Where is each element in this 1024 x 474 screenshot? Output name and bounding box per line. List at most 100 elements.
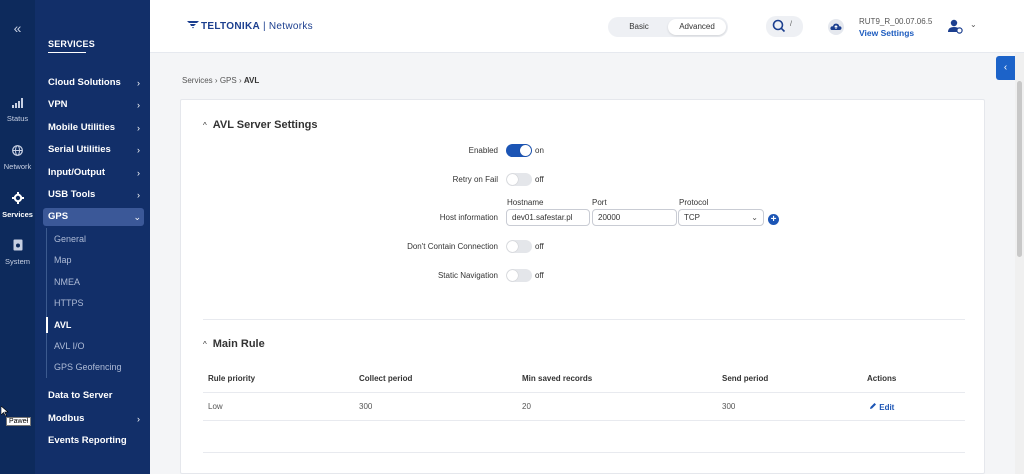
user-settings-icon[interactable] xyxy=(946,17,964,35)
chevron-up-icon: ^ xyxy=(203,121,207,130)
static-navigation-label: Static Navigation xyxy=(437,271,498,280)
hostname-input[interactable]: dev01.safestar.pl xyxy=(506,209,590,226)
retry-on-fail-toggle[interactable] xyxy=(506,173,532,186)
menu-item-label: Data to Server xyxy=(48,390,113,401)
menu-item-serial-utilities[interactable]: Serial Utilities › xyxy=(48,141,143,159)
search-shortcut: / xyxy=(790,21,792,28)
port-column-header: Port xyxy=(592,198,607,207)
view-settings-link[interactable]: View Settings xyxy=(859,28,914,38)
chevron-up-icon: ^ xyxy=(203,340,207,349)
mode-switch: Basic Advanced xyxy=(608,17,728,37)
protocol-column-header: Protocol xyxy=(679,198,709,207)
submenu-guide-line xyxy=(46,228,47,378)
menu-item-label: VPN xyxy=(48,99,68,110)
side-panel-toggle[interactable]: ‹ xyxy=(996,56,1015,80)
menu-item-label: Events Reporting xyxy=(48,435,127,446)
submenu-item-avl-io[interactable]: AVL I/O xyxy=(54,337,134,355)
menu-title-underline xyxy=(48,52,86,53)
breadcrumb-gps[interactable]: GPS xyxy=(220,76,237,85)
enabled-label: Enabled xyxy=(468,146,498,155)
logo-brand: TELTONIKA xyxy=(201,21,260,32)
menu-item-vpn[interactable]: VPN › xyxy=(48,96,143,114)
cursor-tooltip: Paweł xyxy=(6,417,32,426)
port-input[interactable]: 20000 xyxy=(592,209,677,226)
submenu-item-gps-geofencing[interactable]: GPS Geofencing xyxy=(54,358,134,376)
menu-item-label: Input/Output xyxy=(48,167,105,178)
main-rule-section-header[interactable]: ^ Main Rule xyxy=(203,338,265,350)
section-divider xyxy=(203,452,965,453)
table-header-min-saved-records: Min saved records xyxy=(522,374,593,383)
cell-send-period: 300 xyxy=(722,402,736,411)
protocol-select[interactable]: TCP ⌄ xyxy=(678,209,764,226)
chevron-right-icon: › xyxy=(137,190,140,200)
table-header-send-period: Send period xyxy=(722,374,769,383)
rail-item-network[interactable]: Network xyxy=(0,145,35,171)
mouse-cursor-icon xyxy=(1,406,9,416)
submenu-item-general[interactable]: General xyxy=(54,230,134,248)
avl-section-header[interactable]: ^ AVL Server Settings xyxy=(203,119,318,131)
chevron-right-icon: › xyxy=(137,123,140,133)
search-icon xyxy=(770,17,788,35)
rail-label-system: System xyxy=(4,257,30,266)
table-header-rule-priority: Rule priority xyxy=(208,374,256,383)
add-host-button[interactable]: + xyxy=(768,214,779,225)
static-navigation-toggle[interactable] xyxy=(506,269,532,282)
mode-advanced-button[interactable]: Advanced xyxy=(668,19,726,35)
breadcrumb-avl: AVL xyxy=(243,76,260,85)
hostname-column-header: Hostname xyxy=(507,198,544,207)
gear-icon xyxy=(0,192,35,207)
teltonika-logo[interactable]: TELTONIKA | Networks xyxy=(186,20,313,32)
section-divider xyxy=(203,319,965,320)
menu-item-input-output[interactable]: Input/Output › xyxy=(48,164,143,182)
submenu-item-avl[interactable]: AVL xyxy=(54,316,134,334)
chevron-down-icon[interactable]: ⌄ xyxy=(970,20,977,29)
menu-item-label: Serial Utilities xyxy=(48,144,111,155)
scrollbar[interactable] xyxy=(1015,53,1024,474)
submenu-item-map[interactable]: Map xyxy=(54,251,134,269)
menu-item-label: Cloud Solutions xyxy=(48,77,121,88)
dont-contain-connection-toggle[interactable] xyxy=(506,240,532,253)
cloud-upload-icon[interactable] xyxy=(828,19,844,35)
menu-item-mobile-utilities[interactable]: Mobile Utilities › xyxy=(48,119,143,137)
firmware-version: RUT9_R_00.07.06.5 xyxy=(859,17,933,26)
cell-rule-priority: Low xyxy=(208,402,223,411)
menu-item-usb-tools[interactable]: USB Tools › xyxy=(48,186,143,204)
menu-item-label: GPS xyxy=(48,211,69,222)
top-header: TELTONIKA | Networks Basic Advanced / RUT9… xyxy=(150,0,1024,53)
scrollbar-thumb[interactable] xyxy=(1017,81,1022,257)
rail-item-system[interactable]: System xyxy=(0,239,35,266)
host-information-label: Host information xyxy=(439,213,498,222)
toggle-knob xyxy=(507,241,518,252)
main-rule-section-title: Main Rule xyxy=(212,338,265,350)
enabled-toggle[interactable] xyxy=(506,144,532,157)
pencil-icon xyxy=(869,403,877,412)
cell-collect-period: 300 xyxy=(359,402,373,411)
toggle-knob xyxy=(507,270,518,281)
submenu-item-nmea[interactable]: NMEA xyxy=(54,273,134,291)
chevron-right-icon: › xyxy=(137,145,140,155)
menu-item-events-reporting[interactable]: Events Reporting xyxy=(48,432,143,450)
menu-item-modbus[interactable]: Modbus › xyxy=(48,410,143,428)
rail-item-services[interactable]: Services xyxy=(0,192,35,219)
retry-on-fail-state: off xyxy=(535,175,544,184)
enabled-state: on xyxy=(535,146,544,155)
menu-item-label: Modbus xyxy=(48,413,85,424)
submenu-item-https[interactable]: HTTPS xyxy=(54,294,134,312)
teltonika-logo-icon xyxy=(186,20,200,32)
search-button[interactable]: / xyxy=(766,16,803,37)
menu-item-gps[interactable]: GPS ⌄ xyxy=(43,208,144,226)
edit-button[interactable]: Edit xyxy=(869,402,894,412)
menu-title: SERVICES xyxy=(48,39,95,49)
rail-item-status[interactable]: Status xyxy=(0,97,35,123)
rail-label-services: Services xyxy=(2,210,33,219)
menu-item-data-to-server[interactable]: Data to Server xyxy=(48,387,143,405)
breadcrumb-services[interactable]: Services xyxy=(182,76,213,85)
services-menu: SERVICES Cloud Solutions › VPN › Mobile Ut… xyxy=(35,0,150,474)
chevron-right-icon: › xyxy=(137,78,140,88)
double-chevron-left-icon[interactable]: « xyxy=(0,20,35,36)
menu-item-cloud-solutions[interactable]: Cloud Solutions › xyxy=(48,74,143,92)
mode-basic-button[interactable]: Basic xyxy=(610,19,668,35)
static-navigation-state: off xyxy=(535,271,544,280)
avl-settings-card: ^ AVL Server Settings Enabled on Retry on… xyxy=(180,99,985,474)
toggle-knob xyxy=(507,174,518,185)
